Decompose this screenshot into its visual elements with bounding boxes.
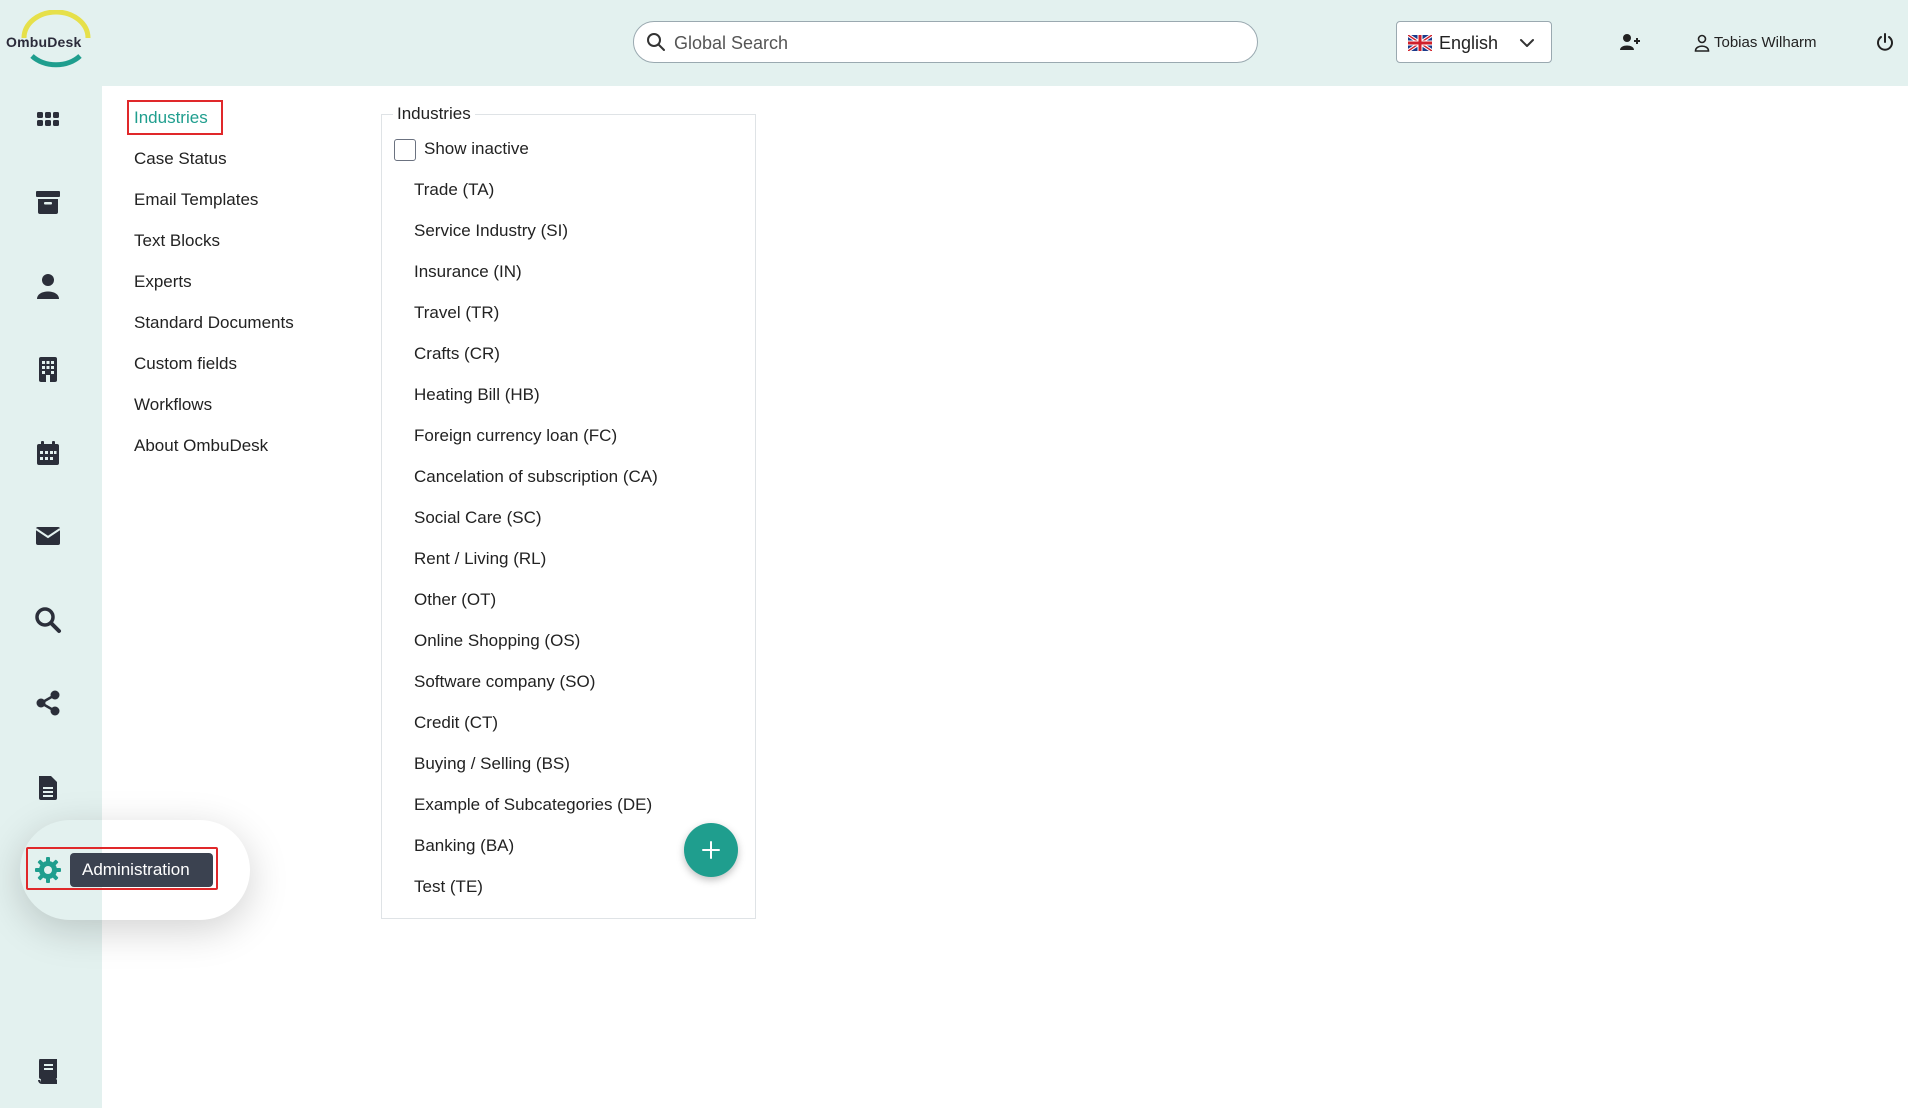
language-label: English [1439, 33, 1499, 53]
add-user-icon[interactable] [1619, 32, 1641, 52]
industry-item[interactable]: Cancelation of subscription (CA) [414, 467, 658, 487]
industry-item[interactable]: Insurance (IN) [414, 262, 522, 282]
submenu-item-custom-fields[interactable]: Custom fields [134, 354, 237, 374]
user-name: Tobias Wilharm [1714, 34, 1817, 51]
industry-item[interactable]: Banking (BA) [414, 836, 514, 856]
industry-item[interactable]: Foreign currency loan (FC) [414, 426, 617, 446]
industry-item[interactable]: Rent / Living (RL) [414, 549, 546, 569]
industry-item[interactable]: Buying / Selling (BS) [414, 754, 570, 774]
submenu-item-text-blocks[interactable]: Text Blocks [134, 231, 220, 251]
left-nav [0, 86, 102, 1108]
show-inactive-label[interactable]: Show inactive [424, 139, 529, 159]
industry-item[interactable]: Service Industry (SI) [414, 221, 568, 241]
industry-item[interactable]: Crafts (CR) [414, 344, 500, 364]
industry-item[interactable]: Social Care (SC) [414, 508, 542, 528]
global-search-input[interactable]: Global Search [633, 21, 1258, 63]
industries-panel-title: Industries [393, 104, 475, 124]
submenu-item-workflows[interactable]: Workflows [134, 395, 212, 415]
submenu-item-experts[interactable]: Experts [134, 272, 192, 292]
envelope-icon[interactable] [34, 522, 62, 550]
submenu-item-standard-documents[interactable]: Standard Documents [134, 313, 294, 333]
industry-item[interactable]: Software company (SO) [414, 672, 595, 692]
add-industry-button[interactable] [684, 823, 738, 877]
language-select[interactable]: English [1396, 21, 1552, 63]
industry-item[interactable]: Travel (TR) [414, 303, 499, 323]
submenu-item-about[interactable]: About OmbuDesk [134, 436, 268, 456]
show-inactive-checkbox[interactable] [394, 139, 416, 161]
submenu-item-case-status[interactable]: Case Status [134, 149, 227, 169]
search-nav-icon[interactable] [34, 606, 62, 634]
book-icon[interactable] [34, 1056, 62, 1084]
logo-text: OmbuDesk [6, 34, 82, 50]
ombudesk-logo[interactable]: OmbuDesk [6, 10, 96, 74]
power-icon[interactable] [1876, 32, 1894, 52]
submenu-item-industries[interactable]: Industries [134, 108, 208, 128]
submenu-item-email-templates[interactable]: Email Templates [134, 190, 258, 210]
uk-flag-icon [1408, 35, 1432, 51]
building-icon[interactable] [34, 355, 62, 383]
industry-item[interactable]: Heating Bill (HB) [414, 385, 540, 405]
industry-item[interactable]: Credit (CT) [414, 713, 498, 733]
chevron-down-icon [1520, 39, 1534, 47]
industry-item[interactable]: Example of Subcategories (DE) [414, 795, 652, 815]
plus-icon [702, 841, 720, 859]
industry-item[interactable]: Other (OT) [414, 590, 496, 610]
calendar-icon[interactable] [34, 439, 62, 467]
industry-item[interactable]: Trade (TA) [414, 180, 494, 200]
person-icon[interactable] [34, 272, 62, 300]
search-icon [647, 33, 665, 51]
search-placeholder: Global Search [674, 33, 789, 53]
industry-item[interactable]: Online Shopping (OS) [414, 631, 580, 651]
apps-grid-icon[interactable] [34, 105, 62, 133]
archive-icon[interactable] [34, 188, 62, 216]
industry-item[interactable]: Test (TE) [414, 877, 483, 897]
document-icon[interactable] [34, 773, 62, 801]
user-icon [1694, 34, 1710, 52]
administration-highlight [26, 847, 218, 890]
top-header: OmbuDesk Global Search English Tobias Wi… [0, 0, 1908, 86]
share-icon[interactable] [34, 689, 62, 717]
